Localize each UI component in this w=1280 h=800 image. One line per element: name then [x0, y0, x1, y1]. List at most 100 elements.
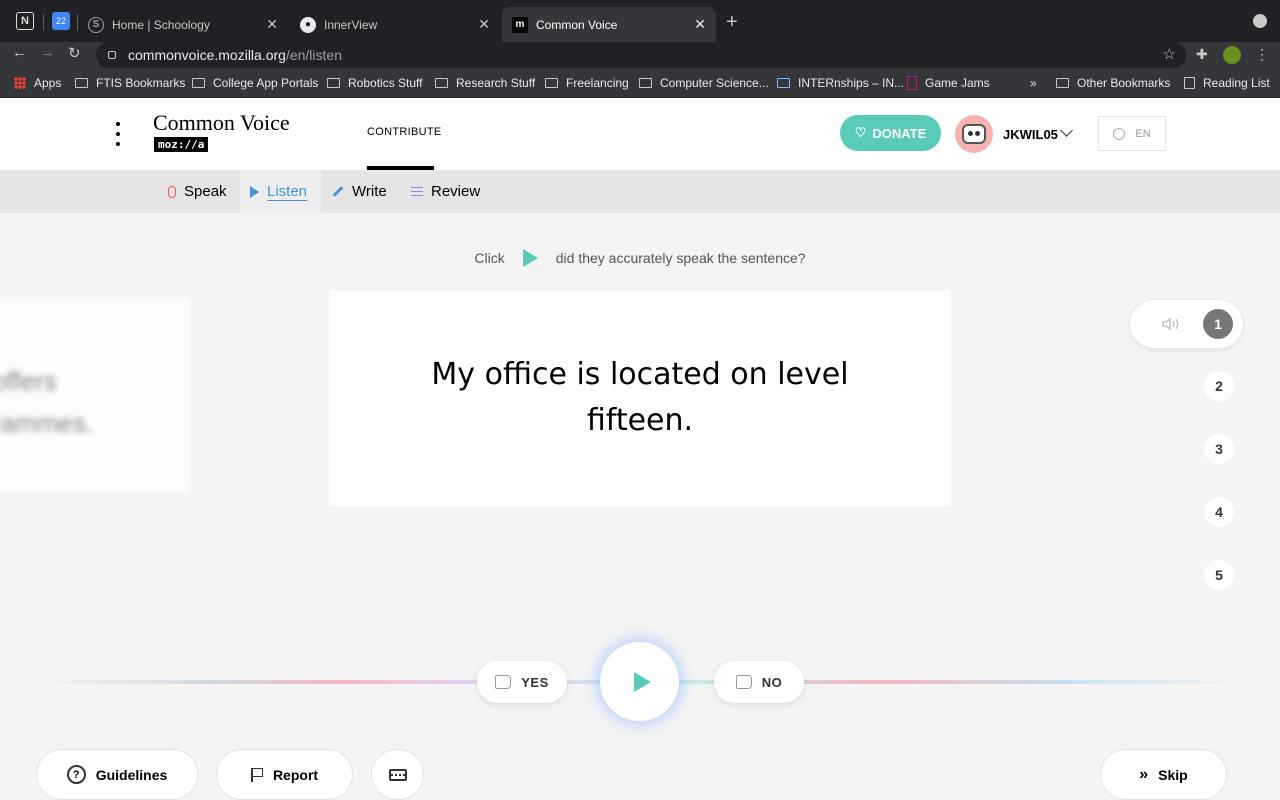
skip-label: Skip [1158, 766, 1188, 783]
play-clip-button[interactable] [600, 642, 679, 721]
menu-kebab-icon[interactable] [112, 122, 124, 146]
logo-title[interactable]: Common Voice [153, 110, 290, 136]
chevron-down-icon[interactable] [1060, 124, 1073, 137]
bookmark-folder[interactable]: College App Portals [192, 76, 318, 90]
tab-schoology[interactable]: S Home | Schoology ✕ [78, 7, 288, 42]
bookmark-label: FTIS Bookmarks [96, 76, 186, 90]
donate-button[interactable]: ♡ DONATE [840, 115, 941, 151]
yes-label: YES [521, 674, 549, 690]
language-selector[interactable]: EN [1098, 116, 1166, 151]
bookmark-folder[interactable]: Freelancing [545, 76, 629, 90]
bookmark-label: Other Bookmarks [1077, 76, 1171, 90]
address-bar[interactable]: commonvoice.mozilla.org/en/listen ☆ [96, 42, 1186, 68]
contribute-subnav: Speak Listen Write Review [0, 170, 1280, 213]
subnav-speak[interactable]: Speak [158, 170, 237, 213]
other-bookmarks-folder[interactable]: Other Bookmarks [1056, 76, 1170, 90]
subnav-review[interactable]: Review [401, 170, 490, 213]
page-content: Common Voice moz://a CONTRIBUTE ♡ DONATE… [0, 98, 1280, 800]
guidelines-button[interactable]: ? Guidelines [36, 749, 198, 800]
speaker-volume-icon [1162, 317, 1179, 331]
play-icon [633, 671, 651, 692]
itch-site-icon [907, 76, 917, 90]
bookmark-folder[interactable]: Research Stuff [435, 76, 535, 90]
bookmark-label: Research Stuff [456, 76, 536, 90]
folder-icon [327, 78, 340, 88]
bookmarks-overflow-button[interactable]: » [1030, 76, 1037, 90]
ia-site-icon [777, 78, 790, 88]
browser-tabstrip: N 22 S Home | Schoology ✕ ● InnerView ✕ … [0, 0, 1280, 42]
forward-arrow-icon[interactable]: → [40, 44, 55, 61]
username[interactable]: JKWIL05 [1003, 127, 1058, 142]
question-circle-icon: ? [66, 765, 86, 784]
robot-avatar-icon [962, 124, 986, 144]
bookmarks-bar: Apps FTIS Bookmarks College App Portals … [0, 70, 1280, 98]
clip-number: 4 [1204, 497, 1234, 527]
instruction-before: Click [474, 250, 505, 266]
sentence-card: My office is located on level fifteen. [329, 290, 951, 506]
bookmark-folder[interactable]: FTIS Bookmarks [75, 76, 185, 90]
reading-list-icon [1184, 77, 1195, 89]
review-lines-icon [411, 187, 423, 196]
instruction-text: Click did they accurately speak the sent… [0, 249, 1280, 267]
bookmark-apps[interactable]: Apps [14, 76, 61, 90]
language-label: EN [1135, 127, 1151, 140]
url-host: commonvoice.mozilla.org [128, 47, 286, 63]
mozilla-logo[interactable]: moz://a [154, 137, 209, 152]
sentence-text: My office is located on level fifteen. [431, 357, 849, 438]
bookmark-folder[interactable]: Computer Science... [639, 76, 769, 90]
subnav-label: Write [352, 183, 387, 200]
subnav-write[interactable]: Write [322, 170, 397, 213]
bookmark-star-icon[interactable]: ☆ [1163, 45, 1176, 63]
tab-innerview[interactable]: ● InnerView ✕ [290, 7, 500, 42]
url-text: commonvoice.mozilla.org/en/listen [128, 47, 342, 63]
nav-contribute[interactable]: CONTRIBUTE [367, 126, 442, 138]
skip-button[interactable]: » Skip [1100, 749, 1227, 800]
folder-icon [545, 78, 558, 88]
tab-separator [43, 14, 44, 30]
heart-icon: ♡ [854, 125, 867, 140]
tab-common-voice[interactable]: m Common Voice ✕ [502, 7, 716, 42]
bookmark-internships[interactable]: INTERnships – IN... [777, 76, 904, 90]
no-label: NO [761, 674, 783, 690]
subnav-listen[interactable]: Listen [240, 170, 321, 213]
pencil-icon [332, 186, 344, 197]
calendar-pinned-tab[interactable]: 22 [52, 12, 70, 30]
site-header: Common Voice moz://a CONTRIBUTE ♡ DONATE… [0, 98, 1280, 170]
microphone-icon [168, 185, 176, 198]
keyboard-shortcuts-button[interactable] [371, 749, 424, 800]
calendar-tab-label: 22 [55, 16, 66, 26]
new-tab-button[interactable]: + [726, 11, 738, 34]
keyboard-icon [388, 768, 407, 781]
user-avatar[interactable] [955, 115, 993, 153]
close-tab-icon[interactable]: ✕ [694, 16, 706, 33]
close-tab-icon[interactable]: ✕ [478, 16, 490, 33]
bookmark-label: College App Portals [213, 76, 319, 90]
tab-title: InnerView [324, 17, 378, 32]
active-clip-pill: 1 [1130, 300, 1243, 348]
tab-search-icon[interactable] [1253, 14, 1267, 28]
report-button[interactable]: Report [216, 749, 353, 800]
reload-icon[interactable]: ↻ [68, 44, 81, 62]
folder-icon [1056, 78, 1069, 88]
apps-grid-icon [14, 77, 26, 89]
no-button[interactable]: NO [714, 661, 804, 703]
bookmark-label: Apps [34, 76, 62, 90]
notion-pinned-tab[interactable]: N [16, 12, 34, 30]
close-tab-icon[interactable]: ✕ [266, 16, 278, 33]
chrome-menu-icon[interactable]: ⋮ [1255, 46, 1273, 64]
bookmark-folder[interactable]: Robotics Stuff [327, 76, 422, 90]
lock-icon [108, 51, 116, 59]
double-chevron-right-icon: » [1139, 765, 1149, 783]
extensions-puzzle-icon[interactable]: ✚ [1196, 46, 1214, 64]
yes-button[interactable]: YES [477, 661, 567, 703]
bookmark-label: Robotics Stuff [348, 76, 423, 90]
play-triangle-icon [522, 249, 538, 267]
thumbs-up-icon [495, 675, 512, 689]
bookmark-label: Reading List [1203, 76, 1270, 90]
back-arrow-icon[interactable]: ← [12, 44, 27, 61]
instruction-after: did they accurately speak the sentence? [555, 250, 806, 266]
donate-label: DONATE [872, 125, 927, 141]
reading-list-button[interactable]: Reading List [1184, 76, 1270, 90]
bookmark-game-jams[interactable]: Game Jams [907, 76, 990, 90]
profile-avatar-icon[interactable] [1223, 46, 1241, 64]
